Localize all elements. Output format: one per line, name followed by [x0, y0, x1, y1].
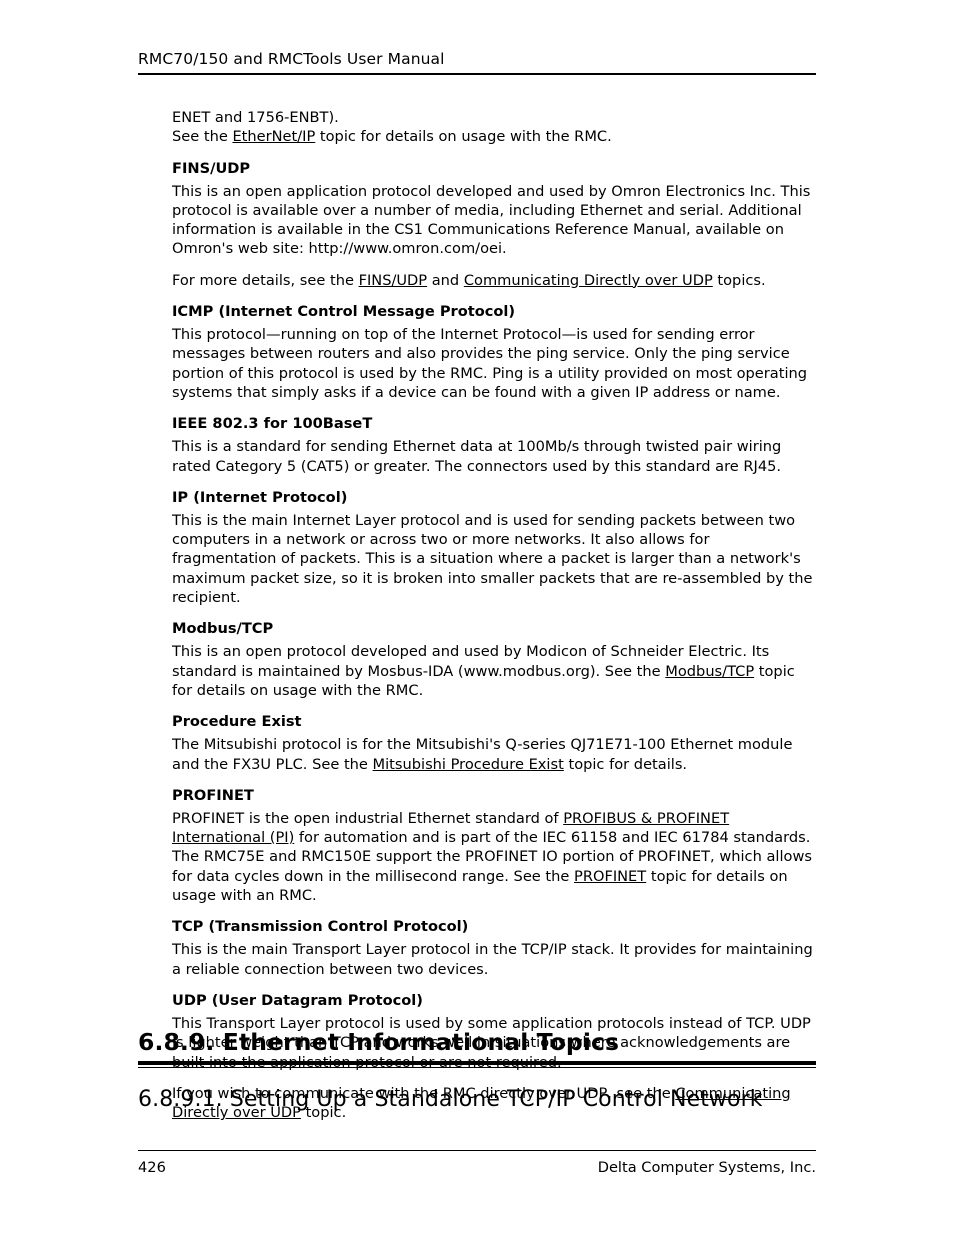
- heading-profinet: PROFINET: [172, 786, 254, 804]
- heading-tcp: TCP (Transmission Control Protocol): [172, 918, 469, 936]
- link-ethernet-ip[interactable]: EtherNet/IP: [232, 128, 315, 145]
- paragraph-ieee-8023: This is a standard for sending Ethernet …: [172, 438, 782, 475]
- paragraph-fins-udp-links: For more details, see the FINS/UDP and C…: [172, 271, 814, 290]
- footer-company-name: Delta Computer Systems, Inc.: [597, 1159, 816, 1176]
- paragraph-modbus-tcp: This is an open protocol developed and u…: [172, 642, 814, 700]
- document-page: RMC70/150 and RMCTools User Manual ENET …: [0, 0, 954, 1235]
- footer-divider: [138, 1150, 816, 1151]
- fins-link-post: topics.: [712, 271, 766, 289]
- section-heading-block-689: 6.8.9. Ethernet Informational Topics: [138, 1028, 816, 1068]
- heading-udp: UDP (User Datagram Protocol): [172, 991, 423, 1009]
- section-rule-thin: [138, 1067, 816, 1068]
- link-fins-udp[interactable]: FINS/UDP: [359, 272, 428, 289]
- footer-page-number: 426: [138, 1159, 166, 1176]
- heading-fins-udp: FINS/UDP: [172, 159, 251, 177]
- heading-ip: IP (Internet Protocol): [172, 488, 348, 506]
- intro-line-1: ENET and 1756-ENBT).: [172, 109, 339, 126]
- paragraph-fins-udp: This is an open application protocol dev…: [172, 182, 811, 258]
- intro-paragraph: ENET and 1756-ENBT). See the EtherNet/IP…: [172, 108, 814, 147]
- heading-modbus-tcp: Modbus/TCP: [172, 620, 274, 638]
- paragraph-tcp: This is the main Transport Layer protoco…: [172, 941, 813, 978]
- header-divider: [138, 73, 816, 75]
- heading-ieee-8023: IEEE 802.3 for 100BaseT: [172, 415, 373, 433]
- link-modbus-tcp[interactable]: Modbus/TCP: [665, 663, 754, 680]
- page-header: RMC70/150 and RMCTools User Manual: [138, 50, 816, 75]
- section-heading-6891: 6.8.9.1. Setting Up a Standalone TCP/IP …: [138, 1087, 763, 1112]
- page-footer: 426 Delta Computer Systems, Inc.: [138, 1150, 816, 1177]
- heading-procedure-exist: Procedure Exist: [172, 713, 302, 731]
- link-profinet[interactable]: PROFINET: [574, 868, 646, 885]
- footer-row: 426 Delta Computer Systems, Inc.: [138, 1158, 816, 1177]
- link-mitsubishi-procedure-exist[interactable]: Mitsubishi Procedure Exist: [373, 756, 564, 773]
- procedure-post: topic for details.: [563, 755, 688, 773]
- paragraph-profinet: PROFINET is the open industrial Ethernet…: [172, 809, 814, 905]
- section-heading-689: 6.8.9. Ethernet Informational Topics: [138, 1028, 620, 1056]
- section-heading-block-6891: 6.8.9.1. Setting Up a Standalone TCP/IP …: [138, 1086, 816, 1114]
- intro-line-2-post: topic for details on usage with the RMC.: [315, 128, 612, 146]
- paragraph-procedure-exist: The Mitsubishi protocol is for the Mitsu…: [172, 735, 814, 774]
- header-title: RMC70/150 and RMCTools User Manual: [138, 50, 445, 68]
- profinet-pre: PROFINET is the open industrial Ethernet…: [172, 809, 564, 827]
- heading-icmp: ICMP (Internet Control Message Protocol): [172, 303, 516, 321]
- page-content: ENET and 1756-ENBT). See the EtherNet/IP…: [172, 108, 814, 1134]
- intro-line-2-pre: See the: [172, 128, 233, 146]
- fins-link-mid: and: [427, 271, 464, 289]
- link-communicating-directly-over-udp[interactable]: Communicating Directly over UDP: [464, 272, 713, 289]
- section-rule-thick: [138, 1061, 816, 1065]
- paragraph-ip: This is the main Internet Layer protocol…: [172, 511, 813, 607]
- fins-link-pre: For more details, see the: [172, 271, 359, 289]
- paragraph-icmp: This protocol—running on top of the Inte…: [172, 326, 808, 401]
